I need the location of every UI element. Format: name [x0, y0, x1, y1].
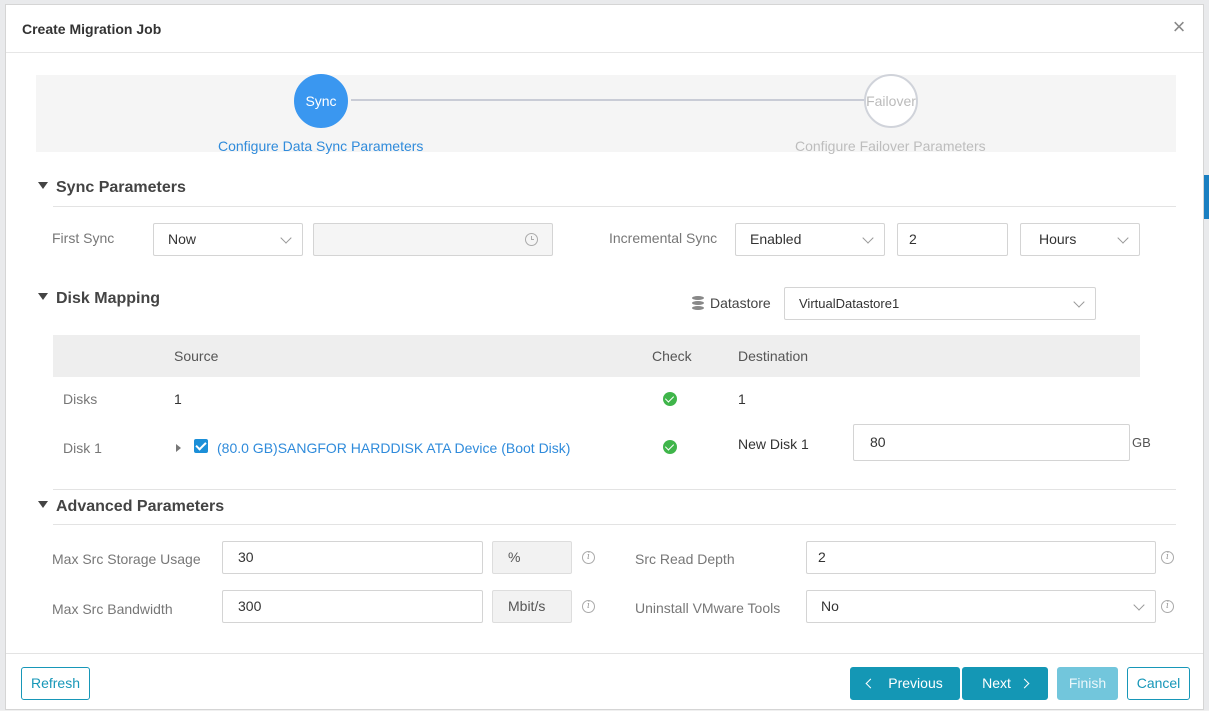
- max-storage-value: 30: [238, 549, 254, 565]
- first-sync-value: Now: [168, 231, 197, 247]
- info-icon[interactable]: i: [1161, 551, 1174, 564]
- clock-icon: [525, 233, 538, 246]
- column-source: Source: [174, 348, 219, 364]
- section-divider: [53, 524, 1176, 525]
- max-storage-label: Max Src Storage Usage: [52, 551, 201, 567]
- sync-interval-input[interactable]: 2: [897, 223, 1008, 256]
- table-row-destination: New Disk 1: [738, 436, 809, 452]
- check-ok-icon: [663, 392, 677, 406]
- step-failover-circle: Failover: [864, 74, 918, 128]
- chevron-down-icon: [862, 232, 874, 244]
- step-failover-label: Configure Failover Parameters: [795, 138, 986, 154]
- max-storage-input[interactable]: 30: [222, 541, 483, 574]
- next-button[interactable]: Next: [962, 667, 1048, 700]
- max-bandwidth-value: 300: [238, 598, 262, 614]
- sync-interval-unit-select[interactable]: Hours: [1020, 223, 1140, 256]
- disk-size-unit: GB: [1132, 435, 1151, 450]
- uninstall-vmware-tools-value: No: [821, 598, 839, 614]
- max-storage-unit: %: [492, 541, 572, 574]
- dialog-footer: Refresh Previous Next Finish Cancel: [6, 653, 1203, 711]
- section-title: Disk Mapping: [56, 290, 161, 307]
- previous-label: Previous: [888, 675, 943, 691]
- section-divider: [53, 206, 1176, 207]
- datastore-select[interactable]: VirtualDatastore1: [784, 287, 1096, 320]
- database-icon: [692, 296, 704, 311]
- dialog-header: Create Migration Job ×: [6, 5, 1203, 53]
- previous-button[interactable]: Previous: [850, 667, 960, 700]
- create-migration-job-dialog: Create Migration Job × Sync Failover Con…: [5, 4, 1204, 710]
- info-icon[interactable]: i: [582, 551, 595, 564]
- step-sync-label: Configure Data Sync Parameters: [218, 138, 424, 154]
- chevron-left-icon: [865, 678, 876, 689]
- finish-button[interactable]: Finish: [1057, 667, 1118, 700]
- expand-arrow-icon[interactable]: [176, 444, 181, 452]
- datastore-label: Datastore: [710, 295, 771, 311]
- first-sync-select[interactable]: Now: [153, 223, 303, 256]
- chevron-right-icon: [1019, 678, 1030, 689]
- uninstall-vmware-tools-select[interactable]: No: [806, 590, 1156, 623]
- max-bandwidth-input[interactable]: 300: [222, 590, 483, 623]
- table-row-destination: 1: [738, 391, 746, 407]
- chevron-down-icon: [280, 232, 292, 244]
- section-title: Sync Parameters: [56, 179, 186, 196]
- next-label: Next: [982, 675, 1011, 691]
- table-row-name: Disk 1: [63, 440, 102, 456]
- first-sync-label: First Sync: [52, 230, 115, 246]
- table-row-source: 1: [174, 391, 182, 407]
- check-ok-icon: [663, 440, 677, 454]
- refresh-button[interactable]: Refresh: [21, 667, 90, 700]
- max-bandwidth-unit: Mbit/s: [492, 590, 572, 623]
- collapse-caret-icon: [38, 501, 48, 509]
- disk-select-checkbox[interactable]: [194, 439, 208, 453]
- advanced-parameters-header[interactable]: Advanced Parameters: [38, 498, 224, 516]
- info-icon[interactable]: i: [1161, 600, 1174, 613]
- disk-mapping-header[interactable]: Disk Mapping: [38, 290, 160, 308]
- incremental-sync-label: Incremental Sync: [609, 230, 718, 246]
- chevron-down-icon: [1117, 232, 1129, 244]
- cancel-button[interactable]: Cancel: [1127, 667, 1190, 700]
- incremental-sync-select[interactable]: Enabled: [735, 223, 885, 256]
- uninstall-vmware-tools-label: Uninstall VMware Tools: [635, 600, 781, 616]
- disk-source-link[interactable]: (80.0 GB)SANGFOR HARDDISK ATA Device (Bo…: [217, 440, 570, 456]
- max-bandwidth-label: Max Src Bandwidth: [52, 601, 173, 617]
- section-divider: [53, 489, 1176, 490]
- step-connector: [351, 99, 891, 101]
- read-depth-input[interactable]: 2: [806, 541, 1156, 574]
- read-depth-value: 2: [818, 549, 826, 565]
- incremental-sync-value: Enabled: [750, 231, 802, 247]
- chevron-down-icon: [1073, 296, 1085, 308]
- first-sync-time-input: [313, 223, 553, 256]
- column-check: Check: [652, 348, 692, 364]
- step-sync-circle: Sync: [294, 74, 348, 128]
- wizard-steps: Sync Failover Configure Data Sync Parame…: [36, 74, 1176, 154]
- sync-parameters-header[interactable]: Sync Parameters: [38, 179, 186, 197]
- info-icon[interactable]: i: [582, 600, 595, 613]
- close-icon[interactable]: ×: [1169, 16, 1189, 38]
- read-depth-label: Src Read Depth: [635, 551, 735, 567]
- disk-size-value: 80: [870, 434, 886, 450]
- collapse-caret-icon: [38, 182, 48, 190]
- column-destination: Destination: [738, 348, 809, 364]
- sync-interval-value: 2: [909, 231, 917, 247]
- disk-size-input[interactable]: 80: [853, 424, 1130, 461]
- disk-table-header: Source Check Destination: [53, 335, 1140, 377]
- sync-interval-unit-value: Hours: [1039, 231, 1077, 247]
- datastore-value: VirtualDatastore1: [799, 296, 900, 311]
- chevron-down-icon: [1133, 599, 1145, 611]
- dialog-title: Create Migration Job: [22, 21, 162, 37]
- collapse-caret-icon: [38, 293, 48, 301]
- table-row-name: Disks: [63, 391, 98, 407]
- section-title: Advanced Parameters: [56, 498, 225, 515]
